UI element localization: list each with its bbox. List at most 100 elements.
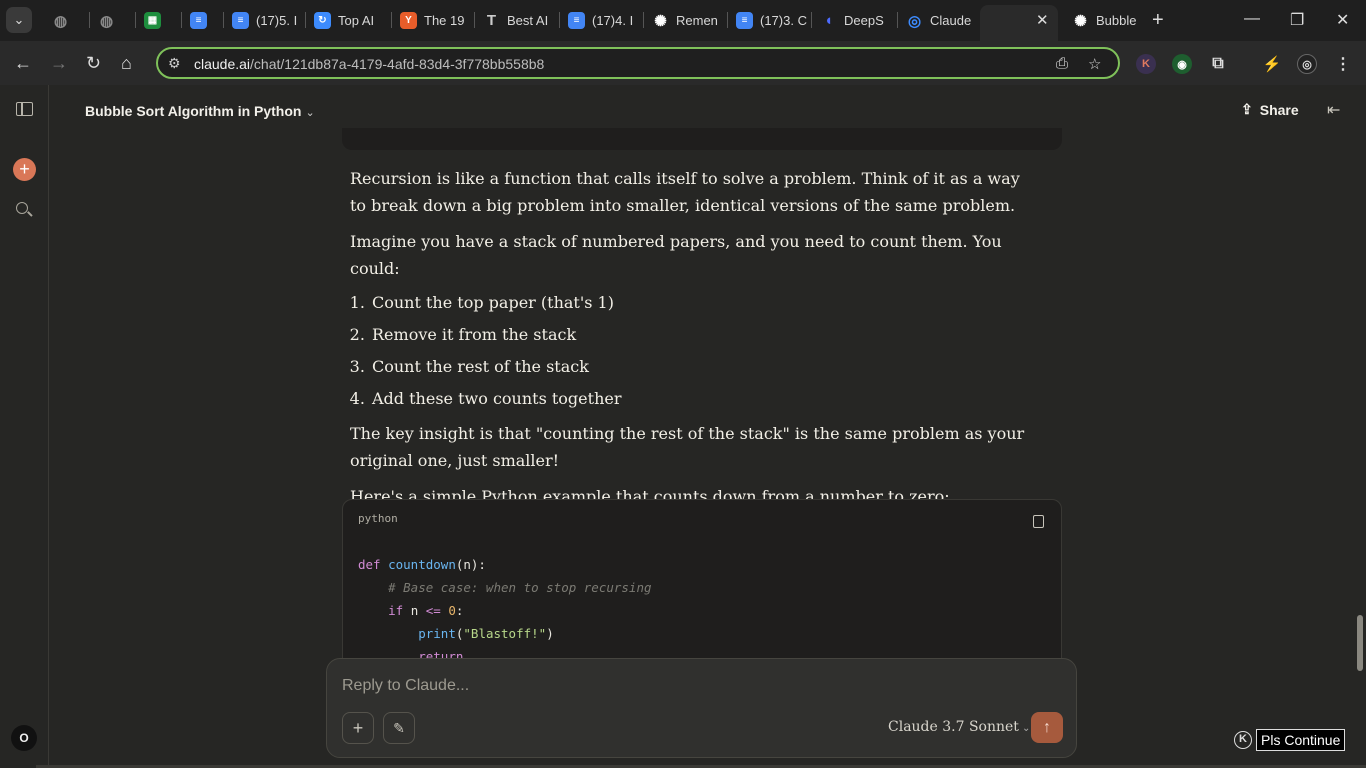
browser-tab[interactable]: ≡ (17)5. I bbox=[232, 8, 310, 33]
add-attachment-button[interactable]: + bbox=[342, 712, 374, 744]
chat-title: Bubble Sort Algorithm in Python bbox=[85, 103, 302, 119]
browser-tab[interactable]: ✺ Remen bbox=[652, 8, 730, 33]
docs-icon: ≡ bbox=[190, 12, 207, 29]
forward-button[interactable]: → bbox=[50, 53, 68, 74]
home-button[interactable]: ⌂ bbox=[121, 53, 132, 74]
site-info-icon[interactable]: ⚙ bbox=[168, 55, 181, 72]
close-tab-icon[interactable]: ✕ bbox=[1036, 11, 1049, 29]
extension-k-icon[interactable]: K bbox=[1136, 54, 1156, 74]
t-icon: T bbox=[486, 12, 497, 29]
assistant-message: Recursion is like a function that calls … bbox=[350, 165, 1030, 519]
url-field[interactable]: ⚙ claude.ai/chat/121db87a-4179-4afd-83d4… bbox=[156, 47, 1120, 79]
globe-icon: ◍ bbox=[53, 12, 68, 30]
collapse-panel-icon[interactable]: ⇤ bbox=[1327, 100, 1340, 120]
app-sidebar: + O bbox=[0, 85, 49, 768]
scrollbar-thumb[interactable] bbox=[1357, 615, 1363, 671]
back-button[interactable]: ← bbox=[14, 53, 32, 74]
url-host: claude.ai bbox=[194, 56, 251, 72]
tab-separator bbox=[391, 12, 392, 28]
browser-tab[interactable]: Y The 19 bbox=[400, 8, 482, 33]
search-icon[interactable] bbox=[16, 202, 28, 214]
paragraph: The key insight is that "counting the re… bbox=[350, 424, 1025, 470]
model-selector[interactable]: Claude 3.7 Sonnet ⌄ bbox=[888, 719, 1030, 735]
tab-label: (17)3. C bbox=[760, 13, 807, 28]
browser-menu-icon[interactable]: ⋮ bbox=[1333, 54, 1353, 74]
browser-tab[interactable]: ✺ Bubble bbox=[1072, 8, 1152, 33]
docs-icon: ≡ bbox=[736, 12, 753, 29]
code-block: python def countdown(n): # Base case: wh… bbox=[342, 499, 1062, 669]
reply-input[interactable] bbox=[342, 677, 1042, 695]
sidebar-toggle-icon[interactable] bbox=[16, 102, 33, 116]
sheets-icon: ▦ bbox=[144, 12, 161, 29]
list-item: Add these two counts together bbox=[370, 387, 1030, 411]
tab-separator bbox=[897, 12, 898, 28]
tab-bar: ⌄ ◍ ◍ ▦ ≡ ≡ (17)5. I ↻ Top AI Y The 19 T Best AI ≡ (1… bbox=[0, 0, 1366, 41]
copy-icon[interactable] bbox=[1033, 515, 1044, 528]
close-window-button[interactable]: ✕ bbox=[1336, 10, 1349, 30]
tab-separator bbox=[559, 12, 560, 28]
browser-tab[interactable]: ◖ DeepS bbox=[820, 8, 898, 33]
tab-label: (17)4. I bbox=[592, 13, 634, 28]
openai-icon: ✺ bbox=[654, 12, 667, 30]
tab-label: (17)5. I bbox=[256, 13, 298, 28]
browser-tab[interactable]: ◍ bbox=[52, 8, 88, 33]
browser-tab[interactable]: ◎ Claude bbox=[906, 8, 984, 33]
browser-tab[interactable]: T Best AI bbox=[483, 8, 561, 33]
tab-label: DeepS bbox=[844, 13, 884, 28]
share-label: Share bbox=[1259, 101, 1299, 118]
browser-tab[interactable]: ≡ (17)3. C bbox=[736, 8, 814, 33]
browser-tab[interactable]: ≡ (17)4. I bbox=[568, 8, 646, 33]
install-app-icon[interactable]: ⎙ bbox=[1056, 55, 1068, 72]
new-chat-button[interactable]: + bbox=[13, 158, 36, 181]
style-tool-button[interactable]: ✎ bbox=[383, 712, 415, 744]
extension-green-icon[interactable]: ◉ bbox=[1172, 54, 1192, 74]
chevron-down-icon: ⌄ bbox=[305, 107, 315, 119]
steps-list: Count the top paper (that's 1) Remove it… bbox=[370, 291, 1030, 411]
minimize-button[interactable]: — bbox=[1244, 10, 1260, 28]
tab-label: Best AI bbox=[507, 13, 549, 28]
share-icon: ⇪ bbox=[1241, 101, 1253, 117]
tab-label: The 19 bbox=[424, 13, 465, 28]
browser-tab[interactable]: ≡ bbox=[190, 8, 226, 33]
overlay-k-badge[interactable]: K bbox=[1234, 731, 1252, 749]
browser-tab[interactable]: ◍ bbox=[98, 8, 134, 33]
paragraph: Imagine you have a stack of numbered pap… bbox=[350, 232, 1002, 278]
list-item: Remove it from the stack bbox=[370, 323, 1030, 347]
whale-icon: ◖ bbox=[823, 12, 834, 29]
code-line: # Base case: when to stop recursing bbox=[358, 580, 652, 595]
claude-icon: ◎ bbox=[907, 12, 922, 30]
tab-separator bbox=[89, 12, 90, 28]
bookmark-star-icon[interactable]: ☆ bbox=[1088, 55, 1101, 73]
performance-icon[interactable]: ⚡ bbox=[1262, 54, 1282, 74]
profile-avatar[interactable]: ◎ bbox=[1297, 54, 1317, 74]
tab-separator bbox=[223, 12, 224, 28]
tab-separator bbox=[643, 12, 644, 28]
tab-separator bbox=[181, 12, 182, 28]
code-content: def countdown(n): # Base case: when to s… bbox=[358, 553, 652, 668]
chat-title-dropdown[interactable]: Bubble Sort Algorithm in Python ⌄ bbox=[85, 103, 315, 119]
send-button[interactable]: ↑ bbox=[1031, 712, 1063, 743]
tab-label: Bubble bbox=[1096, 13, 1137, 28]
model-name: Claude 3.7 Sonnet bbox=[888, 719, 1019, 735]
tab-separator bbox=[811, 12, 812, 28]
tab-search-button[interactable]: ⌄ bbox=[6, 7, 32, 33]
share-button[interactable]: ⇪ Share bbox=[1241, 101, 1299, 118]
overlay-note: Pls Continue bbox=[1256, 729, 1346, 751]
restore-button[interactable]: ❐ bbox=[1290, 10, 1304, 30]
url-path: /chat/121db87a-4179-4afd-83d4-3f778bb558… bbox=[250, 56, 545, 72]
docs-icon: ≡ bbox=[568, 12, 585, 29]
address-bar-row: ← → ↻ ⌂ ⚙ claude.ai/chat/121db87a-4179-4… bbox=[0, 41, 1366, 85]
new-tab-button[interactable]: + bbox=[1152, 9, 1164, 32]
previous-code-block bbox=[342, 128, 1062, 150]
reload-button[interactable]: ↻ bbox=[86, 53, 101, 74]
browser-tab[interactable]: ▦ bbox=[144, 8, 180, 33]
user-avatar[interactable]: O bbox=[11, 725, 37, 751]
tab-separator bbox=[474, 12, 475, 28]
code-line: if n <= 0: bbox=[388, 603, 464, 618]
tab-label: Top AI bbox=[338, 13, 375, 28]
browser-tab[interactable]: ↻ Top AI bbox=[314, 8, 396, 33]
tab-separator bbox=[305, 12, 306, 28]
reply-composer: + ✎ Claude 3.7 Sonnet⌄ ↑ bbox=[326, 658, 1077, 758]
tab-separator bbox=[135, 12, 136, 28]
extensions-puzzle-icon[interactable]: ⧉ bbox=[1208, 54, 1228, 74]
